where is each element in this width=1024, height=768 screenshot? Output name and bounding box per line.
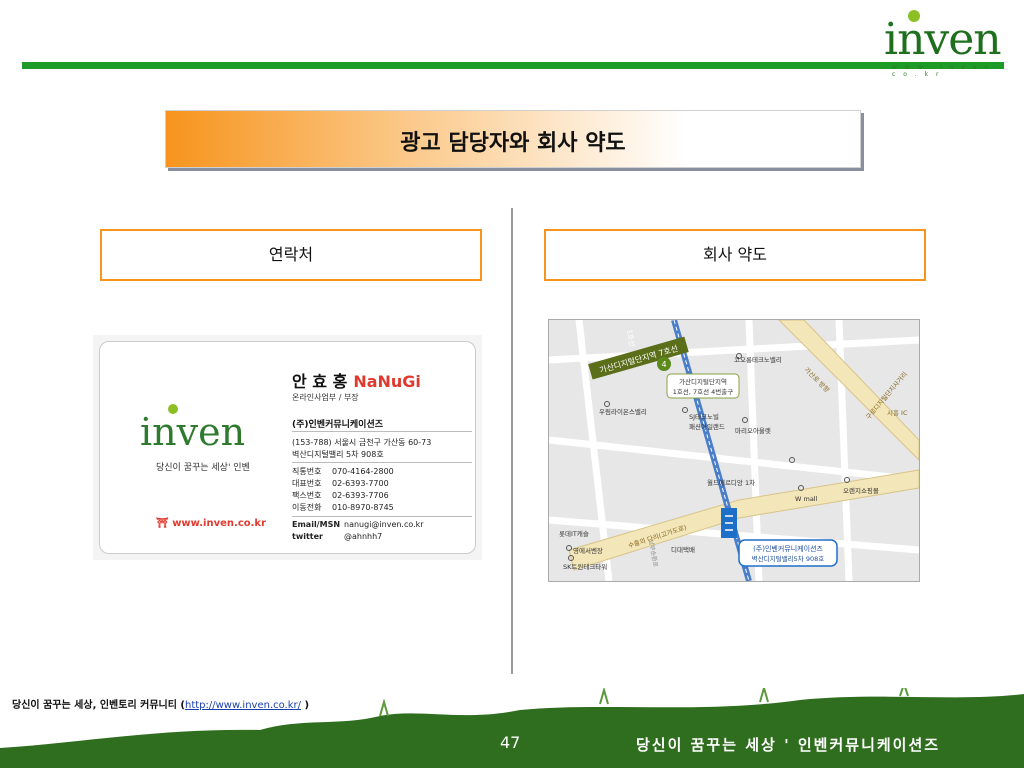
place-label: W mall xyxy=(795,495,818,503)
section-map-label: 회사 약도 xyxy=(544,229,926,281)
card-email-value: nanugi@inven.co.kr xyxy=(344,520,424,529)
company-callout-1: (주)인벤커뮤니케이션즈 xyxy=(753,544,823,553)
road-label-right: 가산로 방향 xyxy=(803,365,832,394)
map-drawing: 가산디지털단지역 7호선 1호선 4 가산디지털단지역 1호선, 7호선 4번출… xyxy=(549,320,919,581)
card-nickname: NaNuGi xyxy=(353,372,421,391)
station-callout-1: 가산디지털단지역 xyxy=(679,377,727,386)
twitter-icon: twitter xyxy=(292,532,323,541)
card-twitter-value: @ahnhh7 xyxy=(344,532,383,541)
logo-url: w w w . i n v e n . c o . k r xyxy=(892,64,1002,78)
place-label: 우림라이온스밸리 xyxy=(599,407,647,416)
card-twitter-row: twitter @ahnhh7 xyxy=(292,532,382,541)
section-contact-label: 연락처 xyxy=(100,229,482,281)
place-label: 영에서벤장 xyxy=(573,546,603,555)
place-label: SJ테크노빌 xyxy=(689,413,719,421)
card-separator xyxy=(292,431,472,432)
top-green-bar xyxy=(22,62,1004,69)
footer-slogan: 당신이 꿈꾸는 세상 ' 인벤커뮤니케이션즈 xyxy=(636,736,941,754)
card-phone-value: 010-8970-8745 xyxy=(332,503,394,512)
card-phone-value: 02-6393-7706 xyxy=(332,491,389,500)
slide-title-box: 광고 담당자와 회사 약도 xyxy=(165,110,861,168)
footer-note: 당신이 꿈꾸는 세상, 인벤토리 커뮤니티 (http://www.inven.… xyxy=(12,696,309,711)
place-label: 패션아일랜드 xyxy=(689,422,725,431)
station-exit-number: 4 xyxy=(661,360,666,369)
card-email-row: Email/MSN nanugi@inven.co.kr xyxy=(292,520,424,529)
column-divider xyxy=(511,208,513,674)
card-name: 안 효 홍 NaNuGi xyxy=(292,368,421,392)
place-label: SK트윈테크타워 xyxy=(563,562,607,571)
station-callout-2: 1호선, 7호선 4번출구 xyxy=(673,387,733,396)
place-label: 마리오아울렛 xyxy=(735,426,771,435)
card-phone-label: 이동전화 xyxy=(292,503,322,512)
place-label: 디대택배 xyxy=(671,545,695,554)
card-email-label: Email/MSN xyxy=(292,520,341,529)
card-phone-label: 팩스번호 xyxy=(292,491,322,500)
road-label-ic: 시흥 IC xyxy=(887,408,908,417)
card-phone-row: 이동전화 010-8970-8745 xyxy=(292,502,394,513)
business-card: inven 당신이 꿈꾸는 세상' 인벤 ⛩ www.inven.co.kr 안… xyxy=(93,335,482,560)
card-name-text: 안 효 홍 xyxy=(292,372,348,391)
card-phone-value: 02-6393-7700 xyxy=(332,479,389,488)
card-separator xyxy=(292,462,472,463)
business-card-face: inven 당신이 꿈꾸는 세상' 인벤 ⛩ www.inven.co.kr 안… xyxy=(99,341,476,554)
card-address-2: 벽산디지털밸리 5차 908호 xyxy=(292,450,384,459)
card-company: (주)인벤커뮤니케이션즈 xyxy=(292,420,384,430)
slide-title: 광고 담당자와 회사 약도 xyxy=(400,131,626,156)
place-label: 월드메르디앙 1차 xyxy=(707,478,755,487)
card-slogan: 당신이 꿈꾸는 세상' 인벤 xyxy=(156,463,250,473)
card-phone-row: 직통번호 070-4164-2800 xyxy=(292,466,394,477)
card-website: ⛩ www.inven.co.kr xyxy=(156,518,266,529)
card-phone-row: 대표번호 02-6393-7700 xyxy=(292,478,389,489)
company-map: 가산디지털단지역 7호선 1호선 4 가산디지털단지역 1호선, 7호선 4번출… xyxy=(548,319,920,582)
card-logo: inven xyxy=(140,410,246,454)
card-phone-row: 팩스번호 02-6393-7706 xyxy=(292,490,389,501)
card-separator xyxy=(292,516,472,517)
company-callout-2: 벽산디지털밸리5차 908호 xyxy=(752,554,824,563)
home-icon: ⛩ xyxy=(156,518,173,529)
card-role: 온라인사업부 / 부장 xyxy=(292,393,359,402)
place-label: 롯데IT캐슬 xyxy=(559,529,589,538)
logo-text: inven xyxy=(884,14,1002,65)
card-phone-label: 직통번호 xyxy=(292,467,322,476)
footer-note-prefix: 당신이 꿈꾸는 세상, 인벤토리 커뮤니티 ( xyxy=(12,700,185,711)
line1-label: 1호선 xyxy=(625,329,637,348)
footer-link[interactable]: http://www.inven.co.kr/ xyxy=(185,700,301,711)
card-address-1: (153-788) 서울시 금천구 가산동 60-73 xyxy=(292,438,432,447)
card-website-text: www.inven.co.kr xyxy=(172,518,267,529)
place-label: 오렌지쇼핑몰 xyxy=(843,486,879,495)
card-phone-label: 대표번호 xyxy=(292,479,322,488)
place-label: 코오롱테크노밸리 xyxy=(734,355,782,364)
footer-note-suffix: ) xyxy=(301,700,310,711)
card-phone-value: 070-4164-2800 xyxy=(332,467,394,476)
inven-logo: inven w w w . i n v e n . c o . k r xyxy=(876,6,1006,78)
page-number: 47 xyxy=(500,733,521,752)
